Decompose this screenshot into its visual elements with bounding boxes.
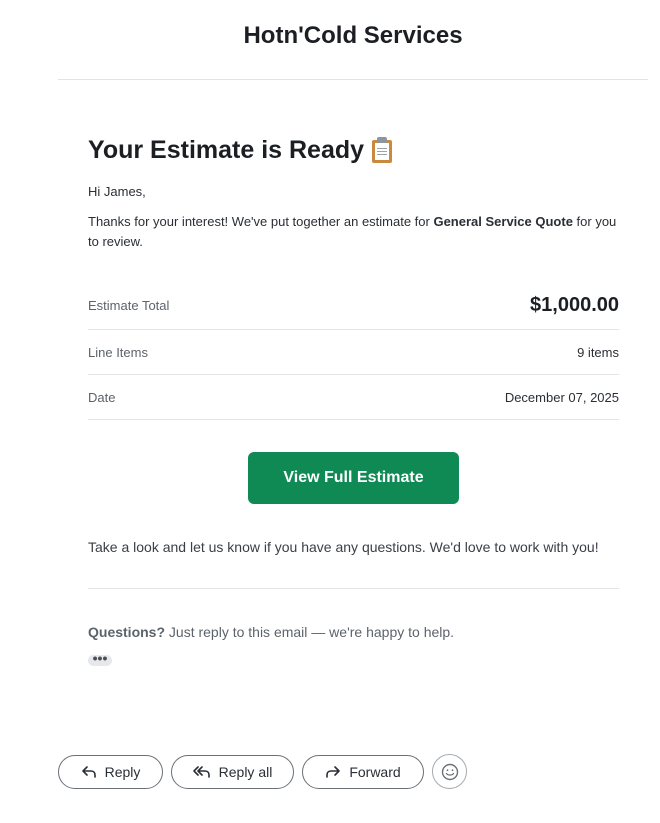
intro-paragraph: Thanks for your interest! We've put toge… (88, 212, 619, 252)
reply-all-label: Reply all (218, 763, 273, 780)
clipboard-icon (370, 137, 394, 163)
closing-text: Take a look and let us know if you have … (88, 539, 599, 555)
view-estimate-button[interactable]: View Full Estimate (248, 452, 459, 504)
smiley-icon (441, 763, 458, 780)
email-actions: Reply Reply all Forward (58, 754, 467, 789)
items-label: Line Items (88, 344, 148, 360)
summary-row-total: Estimate Total $1,000.00 (88, 282, 619, 330)
reply-all-icon (192, 765, 210, 778)
header-divider (58, 79, 648, 80)
summary-row-date: Date December 07, 2025 (88, 375, 619, 420)
forward-label: Forward (349, 763, 401, 780)
emoji-reaction-button[interactable] (432, 754, 467, 789)
email-title: Your Estimate is Ready (88, 133, 619, 167)
estimate-summary: Estimate Total $1,000.00 Line Items 9 it… (88, 282, 619, 420)
total-value: $1,000.00 (530, 294, 619, 316)
greeting: Hi James, (88, 184, 146, 199)
questions-text: Questions? Just reply to this email — we… (88, 624, 619, 640)
date-value: December 07, 2025 (504, 389, 619, 405)
summary-row-items: Line Items 9 items (88, 330, 619, 375)
company-name: Hotn'Cold Services (243, 22, 463, 49)
reply-label: Reply (104, 763, 141, 780)
questions-rest: Just reply to this email — we're happy t… (165, 624, 455, 640)
show-trimmed-content-button[interactable]: ••• (88, 651, 112, 666)
forward-button[interactable]: Forward (302, 754, 424, 789)
body-divider (88, 588, 619, 589)
reply-icon (81, 765, 96, 778)
email-body: Your Estimate is Ready Hi James, Thanks … (88, 133, 619, 668)
reply-button[interactable]: Reply (58, 754, 163, 789)
cta-wrapper: View Full Estimate (88, 452, 619, 504)
intro-text-start: Thanks for your interest! We've put toge… (88, 214, 434, 229)
service-name: General Service Quote (433, 214, 573, 229)
date-label: Date (88, 389, 116, 405)
questions-bold: Questions? (88, 624, 166, 640)
forward-icon (326, 765, 341, 778)
reply-all-button[interactable]: Reply all (171, 754, 294, 789)
total-label: Estimate Total (88, 298, 170, 313)
items-value: 9 items (577, 344, 619, 360)
email-title-text: Your Estimate is Ready (88, 136, 365, 164)
